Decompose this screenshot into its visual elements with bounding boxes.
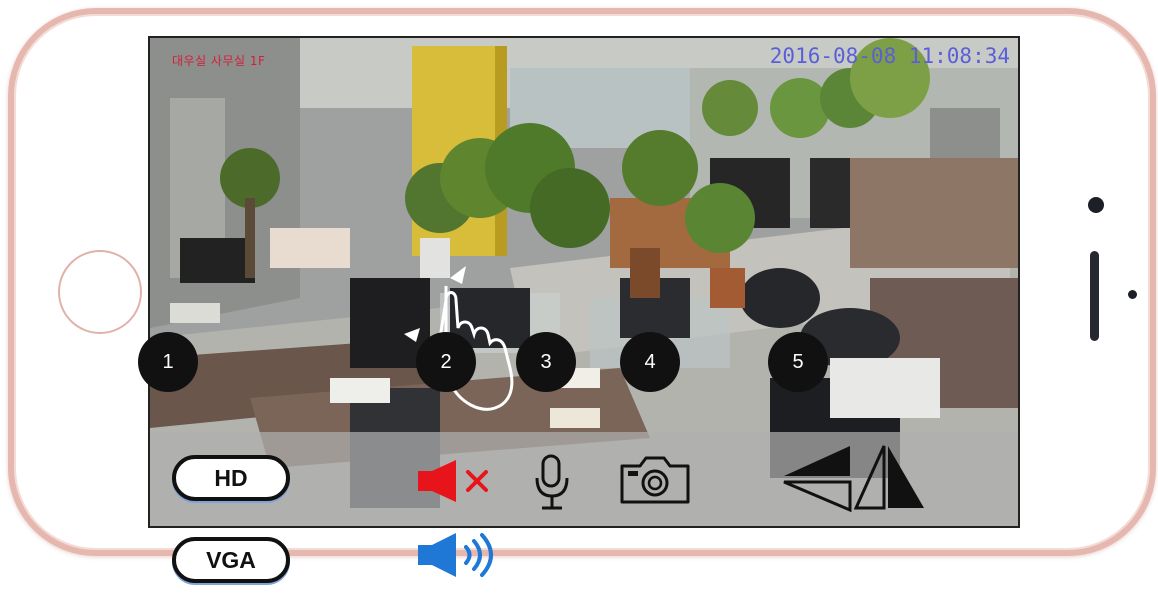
speaker-muted-icon[interactable]: [416, 458, 496, 504]
callout-marker-2: 2: [416, 332, 476, 392]
speaker-on-icon[interactable]: [416, 530, 502, 580]
callout-marker-3: 3: [516, 332, 576, 392]
callout-marker-4: 4: [620, 332, 680, 392]
quality-hd-button[interactable]: HD: [172, 455, 290, 501]
microphone-icon[interactable]: [530, 452, 574, 512]
camera-name-overlay: 대우실 사무실 1F: [172, 54, 266, 68]
quality-vga-button[interactable]: VGA: [172, 537, 290, 583]
callout-marker-5: 5: [768, 332, 828, 392]
callout-marker-1: 1: [138, 332, 198, 392]
flip-mirror-icon[interactable]: [780, 442, 928, 512]
proximity-sensor: [1128, 290, 1137, 299]
earpiece-speaker: [1090, 251, 1099, 341]
home-button[interactable]: [58, 250, 142, 334]
camera-snapshot-icon[interactable]: [618, 452, 692, 506]
timestamp-overlay: 2016-08-08 11:08:34: [769, 44, 1010, 68]
front-camera: [1088, 197, 1104, 213]
